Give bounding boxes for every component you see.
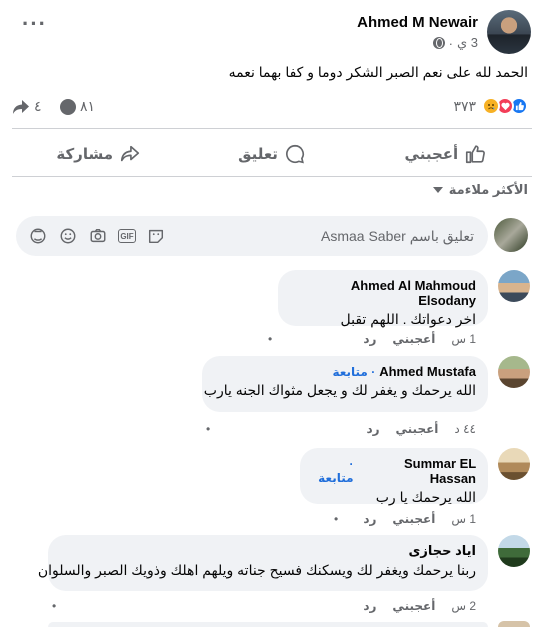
comment-button[interactable]: تعليق [185,136,358,172]
reply-indicator: • [334,512,339,526]
comment-text: الله يرحمك و يغفر لك و يجعل مثواك الجنه … [203,382,476,398]
commenter-name[interactable]: Ahmed Mustafa [379,364,476,379]
reply-indicator: • [52,599,57,613]
post-text: الحمد لله على نعم الصبر الشكر دوما و كفا… [228,64,528,80]
chevron-down-icon [432,187,443,193]
author-avatar[interactable] [487,10,531,54]
comment-reply-button[interactable]: رد [363,599,376,613]
camera-icon[interactable] [88,226,108,246]
comment-bubble: Ahmed Al Mahmoud Elsodany اخر دعواتك . ا… [278,270,488,327]
comment-text: الله يرحمك يا رب [375,489,476,505]
comment-time[interactable]: 1 س [451,332,476,346]
share-arrow-icon [13,99,29,114]
share-button[interactable]: مشاركة [12,136,185,172]
author-name[interactable]: Ahmed M Newair [357,14,478,31]
follow-link[interactable]: · متابعة [312,457,353,485]
reply-indicator: • [206,422,211,436]
globe-icon [432,37,445,49]
comment-actions: 2 س أعجبني رد [363,599,476,613]
reaction-count[interactable]: ٣٧٣ [453,98,476,115]
sticker-icon[interactable] [146,226,166,246]
post-meta: 3 ي · [432,35,478,51]
comment-actions: 1 س أعجبني رد [363,332,476,346]
commenter-avatar[interactable] [498,535,530,567]
comment-bubble: Ahmed Mustafa · متابعة الله يرحمك و يغفر… [202,356,488,412]
comment-actions: ٤٤ د أعجبني رد [366,422,476,436]
like-button[interactable]: أعجبني [359,136,532,172]
user-avatar[interactable] [494,218,528,252]
comment-reply-button[interactable]: رد [363,512,376,526]
reactions-bar: ٣٧٣ ٨١ ٤ [0,94,544,120]
emoji-icon[interactable] [58,226,78,246]
post-time[interactable]: 3 ي [457,35,478,51]
comment-icon [285,144,304,164]
divider [12,176,532,177]
commenter-avatar[interactable] [498,448,530,480]
comment-like-button[interactable]: أعجبني [396,422,439,436]
post-actions: أعجبني تعليق مشاركة [12,136,532,172]
share-icon [120,145,140,162]
commenter-avatar[interactable] [498,270,530,302]
commenter-name[interactable]: Summar EL Hassan [358,456,476,486]
sort-comments-dropdown[interactable]: الأكثر ملاءمة [432,182,528,198]
comment-bubble: Summar EL Hassan · متابعة الله يرحمك يا … [300,448,488,505]
comment-like-button[interactable]: أعجبني [392,332,435,346]
gif-icon[interactable]: GIF [118,229,136,243]
comment-reply-button[interactable]: رد [363,332,376,346]
commenter-name[interactable]: اياد حجازى [408,543,476,559]
comment-time[interactable]: 1 س [451,512,476,526]
comment-time[interactable]: 2 س [451,599,476,613]
comment-bubble-icon [60,98,76,115]
comment-text: ربنا يرحمك ويغفر لك ويسكنك فسيح جناته وي… [37,562,476,578]
comment-time[interactable]: ٤٤ د [454,422,476,436]
comment-text: اخر دعواتك . اللهم تقبل [340,311,477,327]
comment-reply-button[interactable]: رد [366,422,379,436]
commenter-avatar-partial [498,621,530,627]
comment-bubble: اياد حجازى ربنا يرحمك ويغفر لك ويسكنك فس… [37,535,488,591]
reaction-icons[interactable] [482,97,528,115]
comment-composer: تعليق باسم Asmaa Saber GIF [16,216,528,256]
commenter-name[interactable]: Ahmed Al Mahmoud Elsodany [290,278,476,308]
comment-bubble-partial [48,622,488,627]
follow-link[interactable]: · متابعة [332,365,375,379]
comment-count[interactable]: ٨١ [60,98,95,115]
composer-tools: GIF [28,226,166,246]
comment-like-button[interactable]: أعجبني [392,599,435,613]
reply-indicator: • [268,332,273,346]
commenter-avatar[interactable] [498,356,530,388]
comment-actions: 1 س أعجبني رد [363,512,476,526]
more-options-icon[interactable]: ··· [22,13,47,35]
comment-input[interactable]: تعليق باسم Asmaa Saber GIF [16,216,488,256]
divider [12,128,532,129]
post-header: Ahmed M Newair 3 ي · ··· [0,10,544,60]
avatar-sticker-icon[interactable] [28,226,48,246]
sad-reaction-icon [482,97,500,115]
thumbs-up-icon [466,145,486,164]
comment-like-button[interactable]: أعجبني [392,512,435,526]
share-count[interactable]: ٤ [12,98,42,115]
